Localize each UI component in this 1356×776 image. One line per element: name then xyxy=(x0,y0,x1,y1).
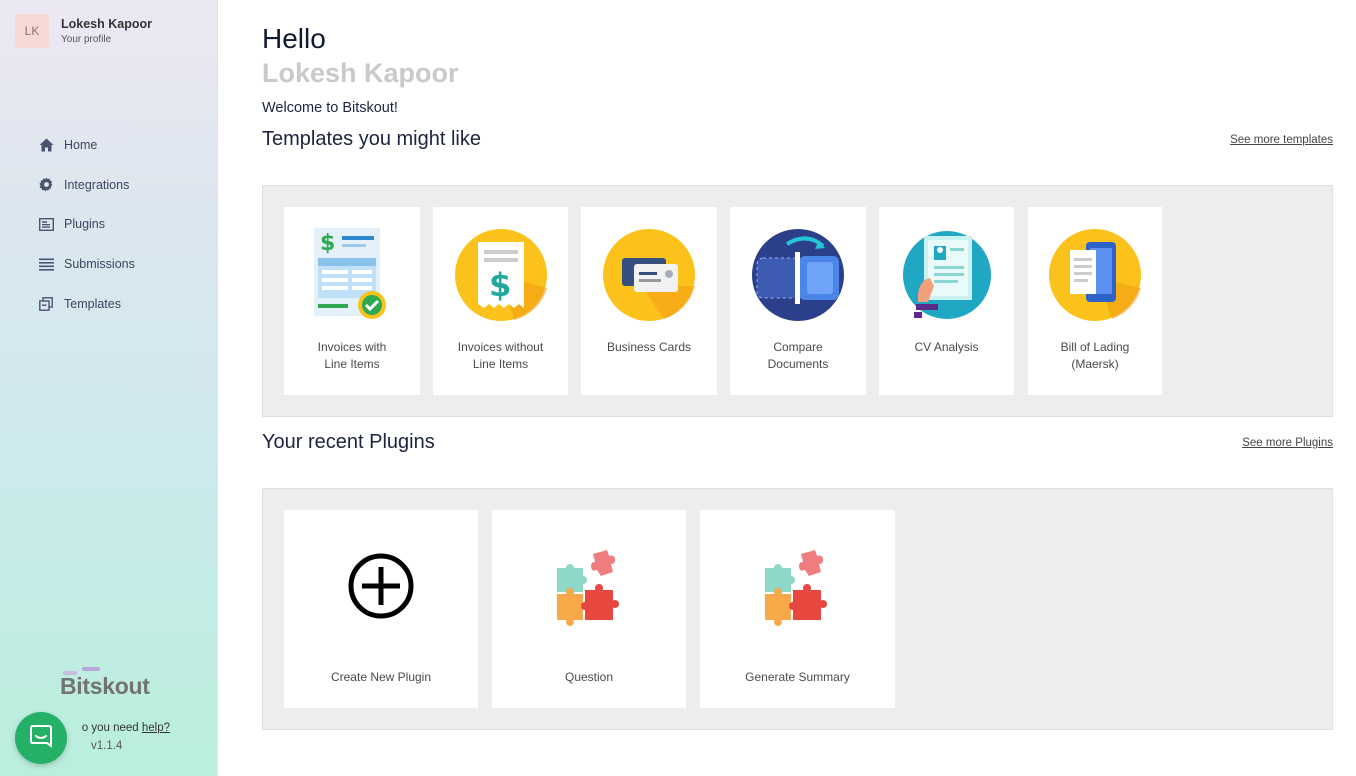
svg-text:$: $ xyxy=(489,266,511,304)
help-text: o you need help? xyxy=(60,722,170,734)
template-label: Compare Documents xyxy=(767,340,829,371)
plugin-label: Question xyxy=(564,670,614,684)
template-label: Bill of Lading (Maersk) xyxy=(1060,340,1130,371)
template-card-invoices-without-line-items[interactable]: $ Invoices without Line Items xyxy=(433,207,568,395)
bill-of-lading-icon xyxy=(1048,228,1142,327)
sidebar-item-integrations[interactable]: Integrations xyxy=(38,175,135,195)
chat-icon xyxy=(28,723,54,754)
business-card-icon xyxy=(602,228,696,327)
sidebar-item-label: Submissions xyxy=(64,257,135,272)
version-text: v1.1.4 xyxy=(91,740,123,752)
sidebar-item-submissions[interactable]: Submissions xyxy=(38,254,135,274)
help-prefix: o you need xyxy=(81,722,142,734)
greeting: Hello xyxy=(262,23,326,54)
puzzle-icon xyxy=(551,546,633,633)
plugins-panel: Create New Plugin Question Generate Summ… xyxy=(262,488,1333,730)
see-more-plugins-link[interactable]: See more Plugins xyxy=(1242,437,1333,449)
logo-mark xyxy=(82,667,100,671)
sidebar: LK Lokesh Kapoor Your profile Home Integ… xyxy=(0,0,218,776)
template-card-compare-documents[interactable]: Compare Documents xyxy=(730,207,866,395)
user-name-heading: Lokesh Kapoor xyxy=(262,58,459,88)
template-card-cv-analysis[interactable]: CV Analysis xyxy=(879,207,1014,395)
create-new-plugin-card[interactable]: Create New Plugin xyxy=(284,510,478,708)
template-card-business-cards[interactable]: Business Cards xyxy=(581,207,717,395)
help-link[interactable]: help? xyxy=(142,722,170,734)
templates-panel: $ Invoices with Line Items $ Invoices wi… xyxy=(262,185,1333,417)
templates-icon xyxy=(38,296,54,312)
compare-documents-icon xyxy=(751,228,845,327)
plugin-card-generate-summary[interactable]: Generate Summary xyxy=(700,510,895,708)
cv-icon xyxy=(900,228,994,327)
see-more-templates-link[interactable]: See more templates xyxy=(1230,134,1333,146)
list-icon xyxy=(38,256,54,272)
sidebar-item-label: Integrations xyxy=(64,177,130,192)
templates-section-title: Templates you might like xyxy=(262,128,481,150)
sidebar-item-label: Home xyxy=(64,138,98,152)
sidebar-nav: Home Integrations Plugins Submissions Te… xyxy=(38,135,135,333)
invoice-line-items-icon: $ xyxy=(310,226,394,327)
template-card-bill-of-lading[interactable]: Bill of Lading (Maersk) xyxy=(1028,207,1162,395)
template-label: CV Analysis xyxy=(914,340,979,354)
home-icon xyxy=(38,137,54,153)
svg-text:$: $ xyxy=(320,231,335,256)
plugin-icon xyxy=(38,216,54,232)
puzzle-icon xyxy=(759,546,841,633)
receipt-icon: $ xyxy=(454,228,548,327)
gear-icon xyxy=(38,177,54,193)
plugins-section-title: Your recent Plugins xyxy=(262,431,435,453)
plugin-card-question[interactable]: Question xyxy=(492,510,686,708)
profile-name: Lokesh Kapoor xyxy=(61,17,152,31)
chat-button[interactable] xyxy=(15,712,67,764)
template-label: Invoices with Line Items xyxy=(317,340,387,371)
plugin-label: Create New Plugin xyxy=(330,670,432,684)
plugin-label: Generate Summary xyxy=(745,670,850,684)
sidebar-item-plugins[interactable]: Plugins xyxy=(38,214,135,234)
template-label: Business Cards xyxy=(606,340,692,354)
template-card-invoices-line-items[interactable]: $ Invoices with Line Items xyxy=(284,207,420,395)
profile-link[interactable]: LK Lokesh Kapoor Your profile xyxy=(15,14,152,48)
avatar: LK xyxy=(15,14,49,48)
template-label: Invoices without Line Items xyxy=(457,340,544,371)
profile-subtitle: Your profile xyxy=(61,34,112,45)
plus-circle-icon xyxy=(348,553,414,624)
sidebar-item-label: Plugins xyxy=(64,217,105,232)
sidebar-item-label: Templates xyxy=(64,296,121,311)
sidebar-item-home[interactable]: Home xyxy=(38,135,135,155)
welcome-text: Welcome to Bitskout! xyxy=(262,100,398,116)
sidebar-item-templates[interactable]: Templates xyxy=(38,294,135,314)
brand-name: Bitskout xyxy=(60,673,150,699)
